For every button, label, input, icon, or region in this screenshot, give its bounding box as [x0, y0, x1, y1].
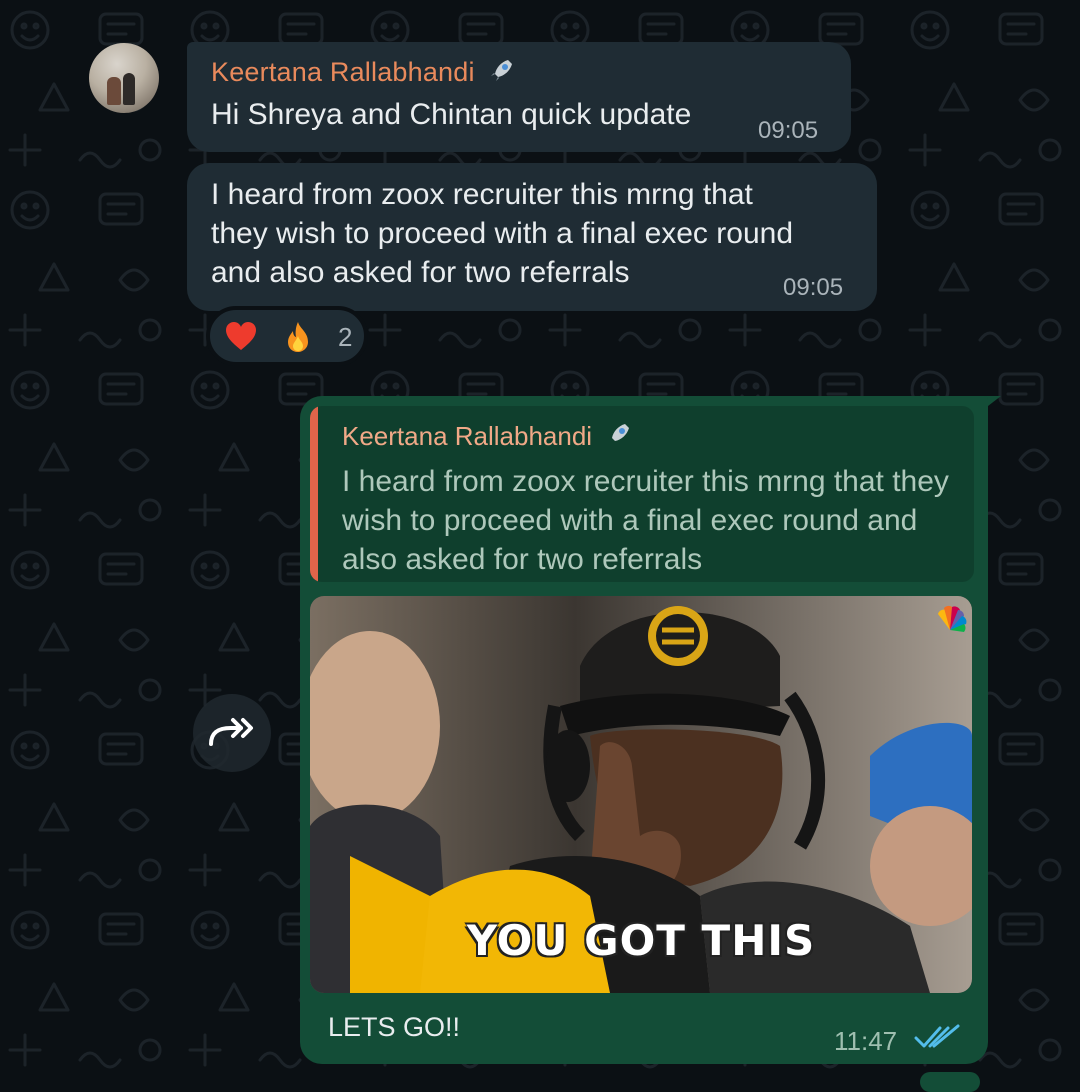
- sender-avatar[interactable]: [89, 43, 159, 113]
- forward-icon: [209, 718, 253, 746]
- message-time: 09:05: [783, 274, 844, 301]
- rocket-icon: [490, 60, 513, 82]
- gif-caption: YOU GOT THIS: [466, 916, 816, 965]
- forward-button[interactable]: [193, 694, 271, 772]
- incoming-message-bubble[interactable]: I heard from zoox recruiter this mrng th…: [187, 163, 877, 311]
- quoted-message[interactable]: Keertana Rallabhandi I heard from zoox r…: [310, 406, 974, 582]
- rocket-icon: [607, 424, 630, 446]
- reaction-count: 2: [338, 322, 353, 352]
- outgoing-message-bubble[interactable]: Keertana Rallabhandi I heard from zoox r…: [300, 396, 988, 1064]
- avatar-figure: [107, 77, 121, 105]
- sender-name[interactable]: Keertana Rallabhandi: [211, 56, 516, 88]
- double-check-icon: [914, 1024, 960, 1048]
- message-time: 09:05: [758, 117, 819, 144]
- quote-accent-bar: [310, 406, 318, 582]
- message-text: Hi Shreya and Chintan quick update: [211, 98, 692, 131]
- next-message-edge: [920, 1072, 980, 1092]
- quoted-sender: Keertana Rallabhandi: [342, 420, 633, 452]
- fire-emoji-icon: [288, 322, 308, 352]
- quoted-text: I heard from zoox recruiter this mrng th…: [342, 465, 949, 576]
- message-text: LETS GO!!: [328, 1012, 461, 1042]
- gif-media[interactable]: YOU GOT THIS: [310, 596, 972, 993]
- incoming-message-bubble[interactable]: Keertana Rallabhandi Hi Shreya and Chint…: [187, 42, 851, 152]
- quoted-sender-name: Keertana Rallabhandi: [342, 421, 593, 451]
- sender-name-text: Keertana Rallabhandi: [211, 57, 475, 87]
- message-text: I heard from zoox recruiter this mrng th…: [211, 178, 793, 289]
- message-reactions[interactable]: 2: [206, 306, 368, 366]
- message-time: 11:47: [834, 1026, 898, 1056]
- heart-emoji-icon: [226, 322, 256, 350]
- avatar-figure: [123, 73, 135, 105]
